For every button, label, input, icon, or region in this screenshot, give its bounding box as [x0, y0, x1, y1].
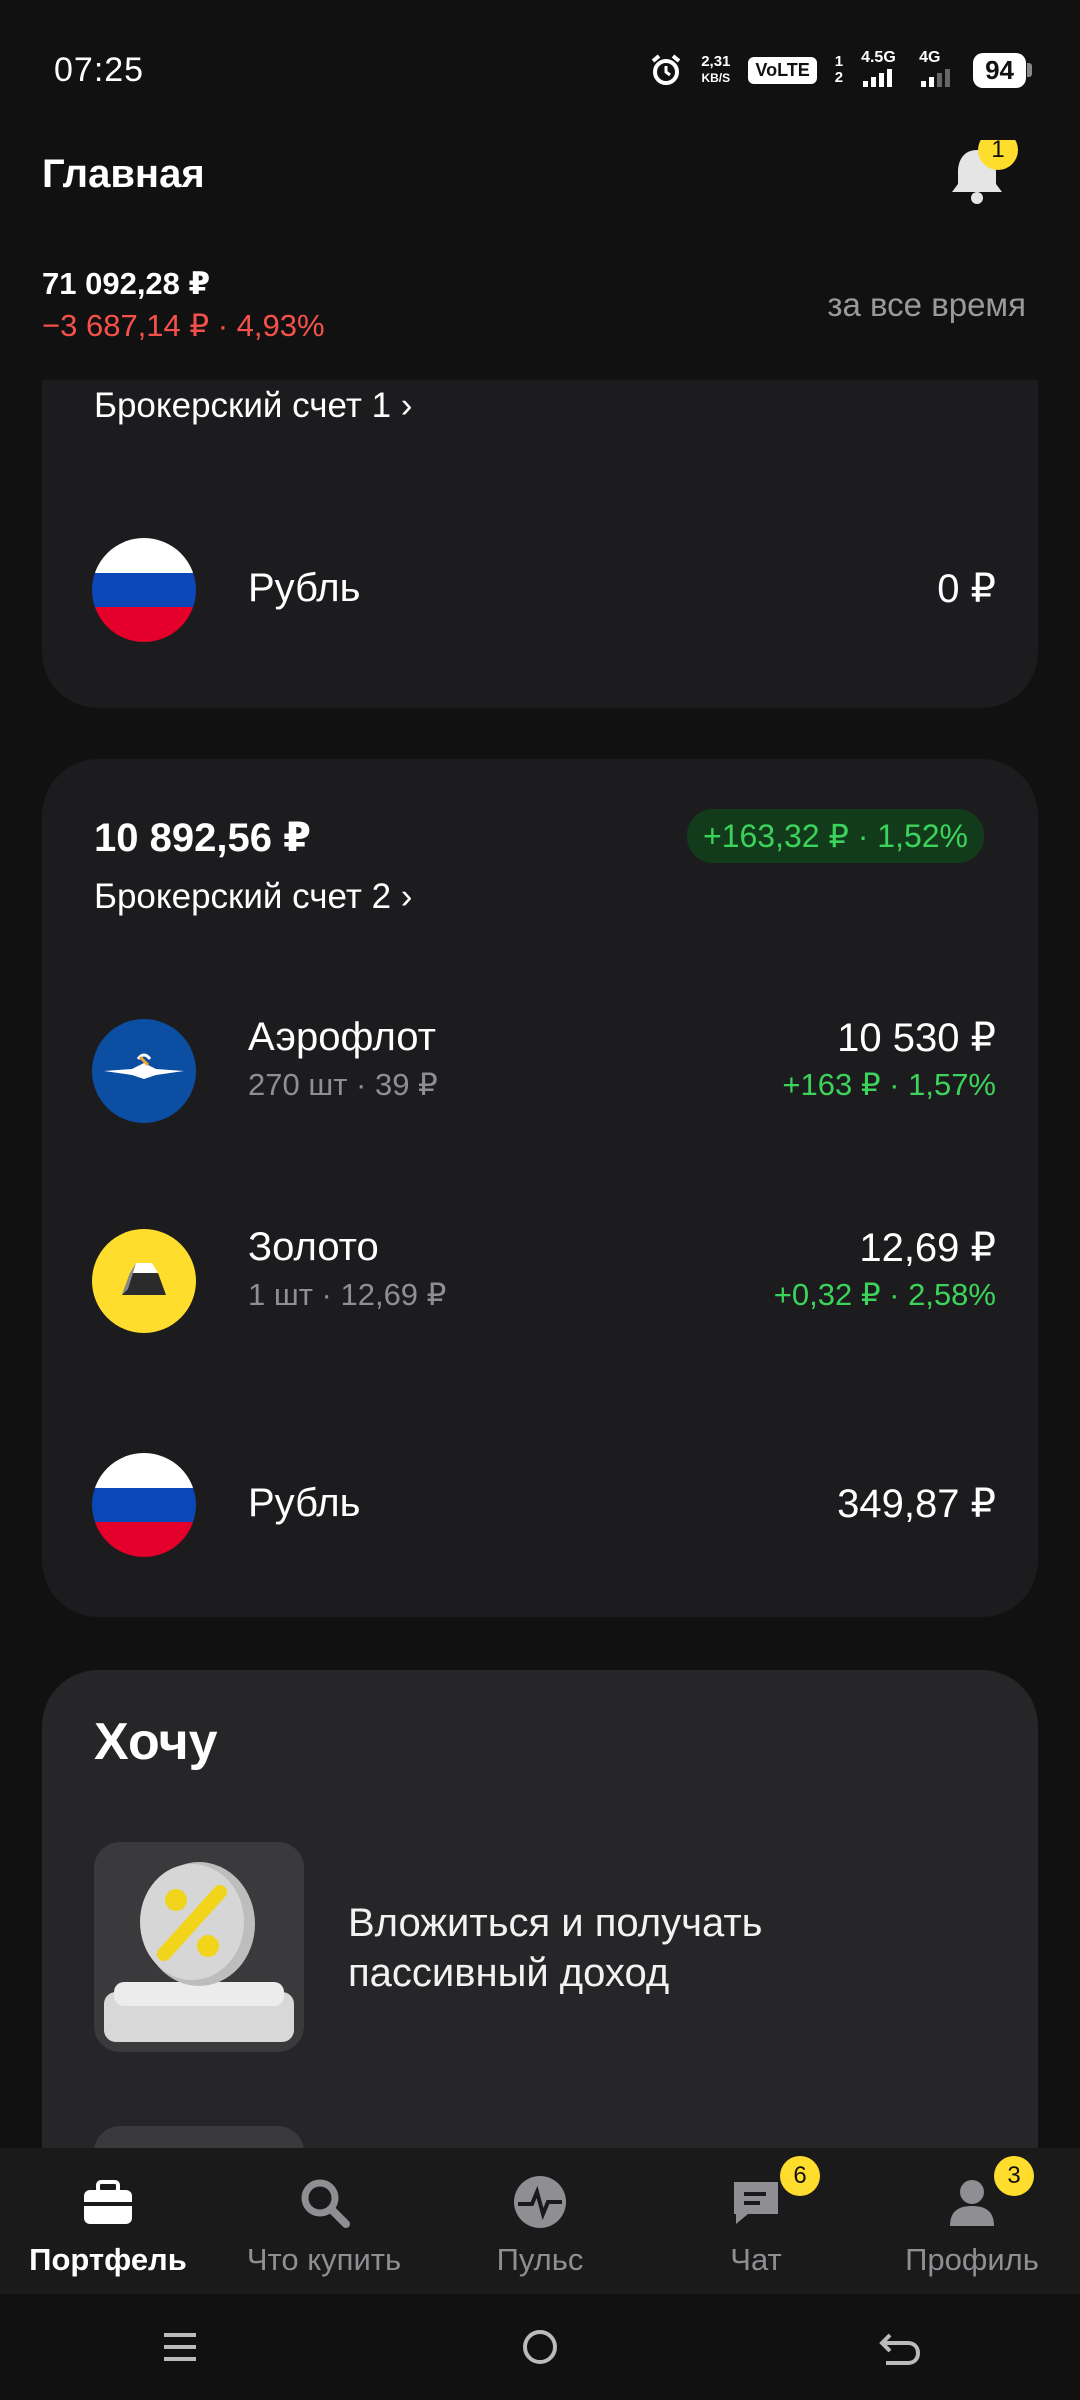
tab-label: Что купить	[246, 2242, 402, 2277]
signal-2: 4G	[919, 49, 955, 92]
sim-indicator: 1 2	[834, 53, 844, 86]
account-value-2: 10 892,56 ₽	[94, 816, 311, 860]
want-item-text[interactable]: Вложиться и получать пассивный доход	[348, 1898, 763, 1998]
account-card-2: 10 892,56 ₽ +163,32 ₽ · 1,52% Брокерский…	[42, 759, 1038, 1617]
tab-label: Профиль	[905, 2242, 1039, 2277]
back-arrow-icon	[879, 2333, 921, 2365]
asset-quantity: 1 шт · 12,69 ₽	[248, 1277, 447, 1312]
profile-badge: 3	[994, 2156, 1034, 2196]
asset-value: 349,87 ₽	[837, 1482, 996, 1526]
account-change-2: +163,32 ₽ · 1,52%	[687, 809, 984, 863]
want-next-tile[interactable]	[94, 2126, 304, 2148]
asset-value: 12,69 ₽	[859, 1226, 996, 1270]
account-link-1[interactable]: Брокерский счет 1 ›	[94, 386, 412, 426]
tab-portfolio[interactable]: Портфель	[0, 2148, 216, 2294]
asset-row[interactable]: Золото 1 шт · 12,69 ₽ 12,69 ₽ +0,32 ₽ · …	[42, 1211, 1038, 1351]
home-circle-icon	[523, 2330, 557, 2364]
asset-row[interactable]: Рубль 0 ₽	[42, 520, 1038, 660]
signal-bars-icon	[921, 68, 951, 87]
recent-apps-button[interactable]	[140, 2317, 220, 2377]
status-bar: 07:25 2,31 KB/S VoLTE 1 2 4.5G 4G 94	[0, 0, 1080, 140]
battery-indicator: 94	[973, 52, 1032, 88]
asset-name: Рубль	[248, 1481, 361, 1525]
asset-value: 0 ₽	[937, 567, 996, 611]
menu-icon	[164, 2333, 196, 2361]
period-selector[interactable]: за все время	[827, 286, 1026, 324]
home-button[interactable]	[500, 2317, 580, 2377]
asset-quantity: 270 шт · 39 ₽	[248, 1067, 438, 1102]
system-navigation-bar	[0, 2294, 1080, 2400]
tab-chat[interactable]: Чат 6	[648, 2148, 864, 2294]
status-icons: 2,31 KB/S VoLTE 1 2 4.5G 4G 94	[649, 49, 1032, 92]
page-title: Главная	[42, 152, 205, 196]
tab-pulse[interactable]: Пульс	[432, 2148, 648, 2294]
gold-bar-icon	[92, 1229, 196, 1333]
tab-label: Портфель	[29, 2242, 187, 2277]
asset-delta: +0,32 ₽ · 2,58%	[773, 1277, 996, 1312]
pulse-icon	[514, 2176, 566, 2228]
want-title: Хочу	[94, 1713, 218, 1771]
asset-row[interactable]: Рубль 349,87 ₽	[42, 1435, 1038, 1575]
want-card: Хочу Вложиться и получать пассивный дохо…	[42, 1670, 1038, 2148]
signal-bars-icon	[863, 68, 893, 87]
tab-label: Пульс	[496, 2242, 584, 2277]
briefcase-icon	[84, 2180, 132, 2224]
asset-delta: +163 ₽ · 1,57%	[782, 1067, 996, 1102]
back-button[interactable]	[860, 2317, 940, 2377]
asset-name: Золото	[248, 1225, 379, 1269]
profile-icon	[950, 2180, 994, 2226]
tab-what-to-buy[interactable]: Что купить	[216, 2148, 432, 2294]
tab-profile[interactable]: Профиль 3	[864, 2148, 1080, 2294]
status-time: 07:25	[54, 50, 145, 89]
portfolio-scroll-area[interactable]: Брокерский счет 1 › Рубль 0 ₽ 10 892,56 …	[0, 380, 1080, 2148]
portfolio-total-value: 71 092,28 ₽	[42, 266, 211, 301]
alarm-icon	[651, 54, 681, 85]
aeroflot-logo-icon	[92, 1019, 196, 1123]
portfolio-total-change: −3 687,14 ₽ · 4,93%	[42, 308, 325, 343]
header: Главная 1 71 092,28 ₽ −3 687,14 ₽ · 4,93…	[0, 130, 1080, 380]
asset-name: Рубль	[248, 566, 361, 610]
asset-value: 10 530 ₽	[837, 1016, 996, 1060]
search-icon	[301, 2179, 350, 2228]
signal-1: 4.5G	[861, 49, 901, 92]
russia-flag-icon	[92, 538, 196, 642]
percent-coin-icon[interactable]	[94, 1842, 304, 2052]
account-card-1: Брокерский счет 1 › Рубль 0 ₽	[42, 380, 1038, 708]
tab-label: Чат	[730, 2242, 782, 2277]
russia-flag-icon	[92, 1453, 196, 1557]
volte-badge: VoLTE	[748, 56, 817, 84]
chat-icon	[734, 2182, 778, 2224]
net-speed: 2,31 KB/S	[701, 53, 731, 86]
account-link-2[interactable]: Брокерский счет 2 ›	[94, 877, 412, 917]
notifications-button[interactable]: 1	[942, 130, 1018, 210]
asset-row[interactable]: Аэрофлот 270 шт · 39 ₽ 10 530 ₽ +163 ₽ ·…	[42, 1001, 1038, 1141]
chat-badge: 6	[780, 2156, 820, 2196]
bottom-tab-bar: Портфель Что купить Пульс Чат 6 Профиль …	[0, 2148, 1080, 2294]
asset-name: Аэрофлот	[248, 1015, 436, 1059]
